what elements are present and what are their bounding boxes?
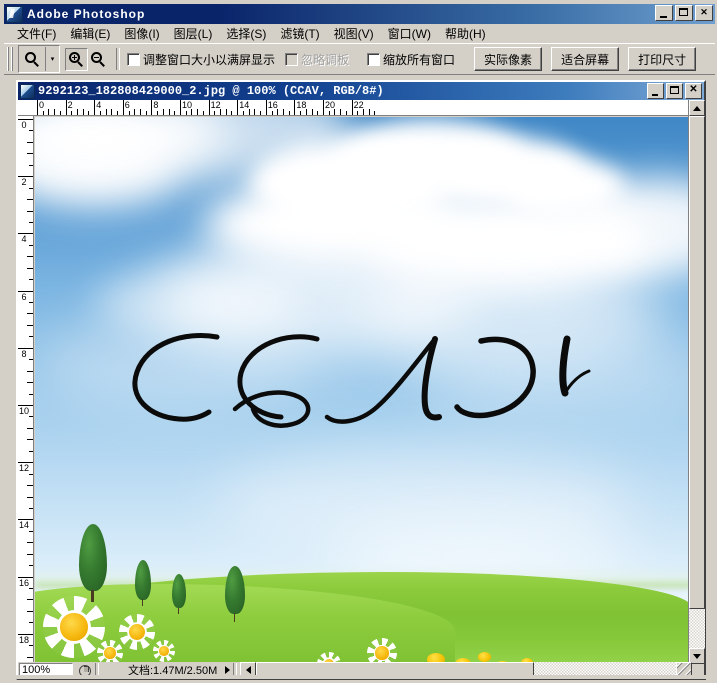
checkbox-box[interactable] [367, 52, 381, 66]
zoom-out-icon [91, 51, 106, 67]
cypress-tree [172, 574, 186, 614]
close-icon: ✕ [700, 7, 708, 17]
document-window: 9292123_182808429000_2.jpg @ 100% (CCAV,… [16, 80, 706, 680]
menu-file[interactable]: 文件(F) [10, 24, 63, 43]
menu-select[interactable]: 选择(S) [219, 24, 273, 43]
ruler-label-h: 4 [96, 100, 102, 110]
zoom-tool-button[interactable] [19, 47, 45, 71]
document-maximize-button[interactable] [666, 83, 683, 99]
menu-window[interactable]: 窗口(W) [381, 24, 438, 43]
document-close-button[interactable]: ✕ [685, 83, 702, 99]
print-size-button[interactable]: 打印尺寸 [628, 47, 697, 71]
document-titlebar[interactable]: 9292123_182808429000_2.jpg @ 100% (CCAV,… [18, 82, 704, 100]
cypress-tree [135, 560, 151, 606]
application-titlebar: Adobe Photoshop ✕ [4, 4, 715, 24]
daisy-flower [367, 638, 397, 664]
resize-windows-label: 调整窗口大小以满屏显示 [143, 52, 276, 67]
ruler-label-v: 14 [19, 520, 30, 531]
image-canvas[interactable] [35, 117, 692, 664]
ruler-label-h: 0 [39, 100, 45, 110]
scroll-up-button[interactable] [689, 100, 705, 116]
zoom-out-button[interactable] [88, 48, 109, 70]
ruler-label-v: 2 [21, 177, 27, 188]
resize-windows-to-fit-checkbox[interactable]: 调整窗口大小以满屏显示 [127, 51, 275, 68]
vertical-scroll-thumb[interactable] [689, 116, 705, 609]
daisy-flower [97, 640, 123, 664]
daisy-flower [43, 596, 105, 658]
current-tool-well: ▾ [18, 45, 60, 73]
zoom-in-button[interactable] [65, 47, 88, 71]
ruler-label-v: 16 [19, 577, 30, 588]
ruler-label-v: 12 [19, 463, 30, 474]
arrow-left-icon [245, 666, 251, 674]
cypress-tree [225, 566, 245, 622]
daisy-flower [119, 614, 155, 650]
menu-edit[interactable]: 编辑(E) [63, 24, 117, 43]
application-bottom-strip [4, 675, 715, 679]
horizontal-ruler: 0 2 4 6 8 10 12 14 16 18 20 22 [18, 100, 692, 116]
ccav-artwork [132, 333, 591, 428]
zoom-in-icon [69, 51, 84, 67]
document-icon [20, 83, 35, 99]
options-bar-grip[interactable] [7, 47, 14, 71]
ruler-label-v: 6 [21, 291, 27, 302]
ruler-label-h: 8 [153, 100, 159, 110]
daisy-flower [153, 640, 175, 662]
menu-view[interactable]: 视图(V) [327, 24, 381, 43]
yellow-flower [478, 652, 491, 662]
canvas-area[interactable] [35, 117, 692, 664]
ruler-label-h: 2 [67, 100, 73, 110]
vertical-ruler: 0 2 4 6 8 10 12 14 16 18 [18, 116, 34, 664]
ruler-label-v: 10 [19, 406, 30, 416]
window-controls: ✕ [655, 5, 713, 21]
document-vertical-scrollbar[interactable] [688, 100, 705, 664]
cypress-tree [79, 524, 107, 602]
document-minimize-button[interactable] [647, 83, 664, 99]
ignore-palettes-label: 忽略调板 [301, 52, 350, 67]
menu-image[interactable]: 图像(I) [117, 24, 166, 43]
checkbox-box[interactable] [127, 52, 140, 66]
close-button[interactable]: ✕ [695, 5, 713, 21]
actual-pixels-button[interactable]: 实际像素 [474, 47, 543, 71]
minimize-button[interactable] [655, 5, 673, 21]
magnifier-icon [24, 51, 40, 67]
application-title: Adobe Photoshop [27, 7, 146, 21]
ruler-label-v: 0 [21, 120, 27, 130]
checkbox-box [285, 52, 299, 66]
menu-help[interactable]: 帮助(H) [438, 24, 493, 43]
ruler-label-v: 8 [21, 348, 27, 359]
menubar: 文件(F) 编辑(E) 图像(I) 图层(L) 选择(S) 滤镜(T) 视图(V… [4, 24, 715, 43]
document-window-controls: ✕ [647, 83, 702, 99]
menu-filter[interactable]: 滤镜(T) [273, 24, 326, 43]
ruler-label-h: 6 [124, 100, 130, 110]
zoom-all-windows-label: 缩放所有窗口 [383, 52, 456, 67]
ruler-label-v: 4 [21, 234, 27, 245]
arrow-up-icon [693, 105, 701, 111]
arrow-down-icon [693, 653, 701, 659]
document-title: 9292123_182808429000_2.jpg @ 100% (CCAV,… [38, 84, 384, 98]
tool-options-bar: ▾ 调整窗口大小以满屏显示 忽略调板 缩放所有窗口 实际像素 适合屏幕 打印尺寸 [4, 43, 715, 75]
menu-layer[interactable]: 图层(L) [167, 24, 220, 43]
photoshop-icon [6, 5, 23, 23]
options-divider [116, 48, 120, 70]
fit-on-screen-button[interactable]: 适合屏幕 [551, 47, 620, 71]
photoshop-application-window: Adobe Photoshop ✕ 文件(F) 编辑(E) 图像(I) 图层(L… [0, 0, 717, 683]
tool-preset-chevron-down-icon[interactable]: ▾ [46, 47, 59, 71]
zoom-all-windows-checkbox[interactable]: 缩放所有窗口 [367, 51, 455, 68]
maximize-button[interactable] [675, 5, 693, 21]
ruler-label-v: 18 [19, 634, 30, 645]
zoom-mode-group [65, 47, 109, 71]
ignore-palettes-checkbox: 忽略调板 [285, 51, 349, 68]
